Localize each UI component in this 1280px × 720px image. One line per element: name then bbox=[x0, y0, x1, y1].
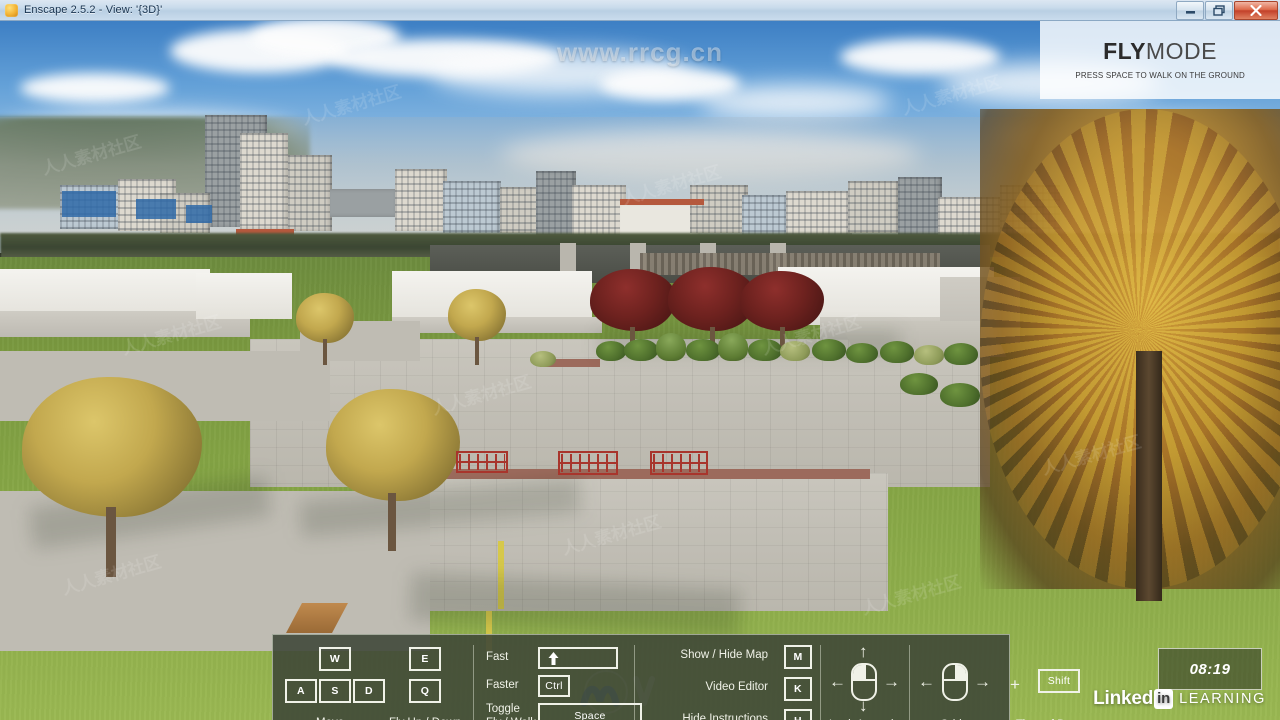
arrow-up-icon: ↑ bbox=[859, 642, 868, 661]
space-key[interactable]: Space bbox=[538, 703, 642, 720]
building bbox=[848, 181, 900, 233]
show-hide-map-label: Show / Hide Map bbox=[680, 649, 768, 661]
window-title-bar: Enscape 2.5.2 - View: '{3D}' bbox=[0, 0, 1280, 21]
video-editor-label: Video Editor bbox=[705, 681, 768, 693]
linkedin-word: Linked bbox=[1093, 688, 1154, 709]
enscape-icon bbox=[5, 3, 18, 17]
shrub bbox=[940, 383, 980, 407]
shrub bbox=[812, 339, 846, 361]
fly-mode-title-light: MODE bbox=[1145, 38, 1217, 64]
fly-mode-overlay: FLYMODE PRESS SPACE TO WALK ON THE GROUN… bbox=[1040, 21, 1280, 99]
building bbox=[690, 185, 748, 233]
toggle-label-line1: Toggle bbox=[486, 703, 520, 715]
arrow-left-icon: ← bbox=[918, 672, 935, 691]
key-s[interactable]: S bbox=[319, 679, 351, 703]
building bbox=[742, 195, 790, 235]
golden-tree bbox=[296, 293, 354, 365]
movement-section: W A S D Move E Q Fly Up / Down bbox=[273, 635, 473, 720]
key-h[interactable]: H bbox=[784, 709, 812, 720]
shrub bbox=[900, 373, 938, 395]
fast-label: Fast bbox=[486, 651, 509, 663]
shrub bbox=[846, 343, 878, 363]
facade-banner bbox=[62, 191, 116, 217]
building bbox=[395, 169, 447, 231]
model-building bbox=[196, 273, 292, 319]
building bbox=[786, 191, 852, 235]
fly-mode-subtitle: PRESS SPACE TO WALK ON THE GROUND bbox=[1075, 70, 1245, 80]
close-button[interactable] bbox=[1234, 0, 1278, 20]
facade-banner bbox=[186, 205, 212, 223]
key-a[interactable]: A bbox=[285, 679, 317, 703]
key-e[interactable]: E bbox=[409, 647, 441, 671]
mouse-icon bbox=[942, 663, 968, 701]
golden-tree bbox=[448, 289, 506, 365]
building bbox=[620, 203, 700, 237]
time-of-day-value: 08:19 bbox=[1189, 660, 1231, 678]
key-d[interactable]: D bbox=[353, 679, 385, 703]
arrow-down-icon: ↓ bbox=[859, 696, 868, 715]
speed-section: Fast Faster Ctrl Toggle Fly / Walk Space bbox=[474, 635, 642, 720]
pedestrian-barrier bbox=[650, 451, 708, 475]
building bbox=[330, 189, 400, 217]
cloud bbox=[700, 85, 890, 119]
window-controls bbox=[1175, 0, 1278, 20]
maroon-tree bbox=[740, 271, 824, 353]
shrub bbox=[944, 343, 978, 365]
shrub bbox=[624, 339, 658, 361]
hide-instructions-label: Hide Instructions bbox=[682, 713, 768, 720]
red-roof bbox=[620, 199, 704, 205]
shrub bbox=[914, 345, 944, 365]
arrow-right-icon: → bbox=[883, 672, 900, 691]
building bbox=[536, 171, 576, 235]
golden-tree-foreground bbox=[22, 377, 202, 577]
fly-mode-title: FLYMODE bbox=[1103, 40, 1217, 63]
fly-mode-title-bold: FLY bbox=[1103, 38, 1146, 64]
autumn-tree-large bbox=[980, 109, 1280, 589]
pedestrian-barrier bbox=[558, 451, 618, 475]
cloud bbox=[20, 73, 170, 103]
toggles-section: Show / Hide Map M Video Editor K Hide In… bbox=[635, 635, 820, 720]
pedestrian-barrier bbox=[456, 451, 508, 473]
building bbox=[443, 181, 501, 233]
learning-word: LEARNING bbox=[1179, 691, 1266, 707]
shift-arrow-key[interactable] bbox=[538, 647, 618, 669]
building bbox=[898, 177, 942, 235]
plus-sign: + bbox=[1010, 675, 1020, 694]
key-m[interactable]: M bbox=[784, 645, 812, 669]
shrub bbox=[718, 333, 748, 361]
shrub bbox=[880, 341, 914, 363]
orbit-section: ← → Orbit + Shift Time of Day bbox=[910, 635, 1080, 720]
tree-trunk bbox=[1136, 351, 1162, 601]
shift-key[interactable]: Shift bbox=[1038, 669, 1080, 693]
shrub bbox=[780, 341, 810, 361]
shrub bbox=[596, 341, 626, 361]
building bbox=[572, 185, 626, 235]
arrow-right-icon: → bbox=[974, 672, 991, 691]
look-around-section: ↑ ↓ ← → Look Around bbox=[821, 635, 909, 720]
shrub bbox=[656, 333, 686, 361]
golden-tree-foreground bbox=[326, 389, 460, 551]
render-viewport[interactable]: FLYMODE PRESS SPACE TO WALK ON THE GROUN… bbox=[0, 21, 1280, 720]
faster-label: Faster bbox=[486, 679, 519, 691]
minimize-button[interactable] bbox=[1176, 0, 1204, 20]
building bbox=[240, 133, 288, 229]
ctrl-key[interactable]: Ctrl bbox=[538, 675, 570, 697]
facade-banner bbox=[136, 199, 176, 219]
shrub bbox=[686, 339, 720, 361]
window-title: Enscape 2.5.2 - View: '{3D}' bbox=[24, 4, 163, 16]
enscape-window: Enscape 2.5.2 - View: '{3D}' FLYMODE PRE… bbox=[0, 0, 1280, 720]
building bbox=[288, 155, 332, 231]
shrub bbox=[530, 351, 556, 367]
time-of-day-display[interactable]: 08:19 bbox=[1158, 648, 1262, 690]
arrow-left-icon: ← bbox=[829, 672, 846, 691]
up-arrow-icon bbox=[548, 651, 559, 665]
key-q[interactable]: Q bbox=[409, 679, 441, 703]
restore-button[interactable] bbox=[1205, 0, 1233, 20]
linkedin-learning-watermark: Linked in LEARNING bbox=[1093, 688, 1266, 710]
key-k[interactable]: K bbox=[784, 677, 812, 701]
keyboard-shortcuts-panel[interactable]: W A S D Move E Q Fly Up / Down Fast Fast… bbox=[272, 634, 1080, 720]
key-w[interactable]: W bbox=[319, 647, 351, 671]
shrub bbox=[748, 339, 782, 361]
linkedin-in-badge: in bbox=[1154, 689, 1174, 709]
